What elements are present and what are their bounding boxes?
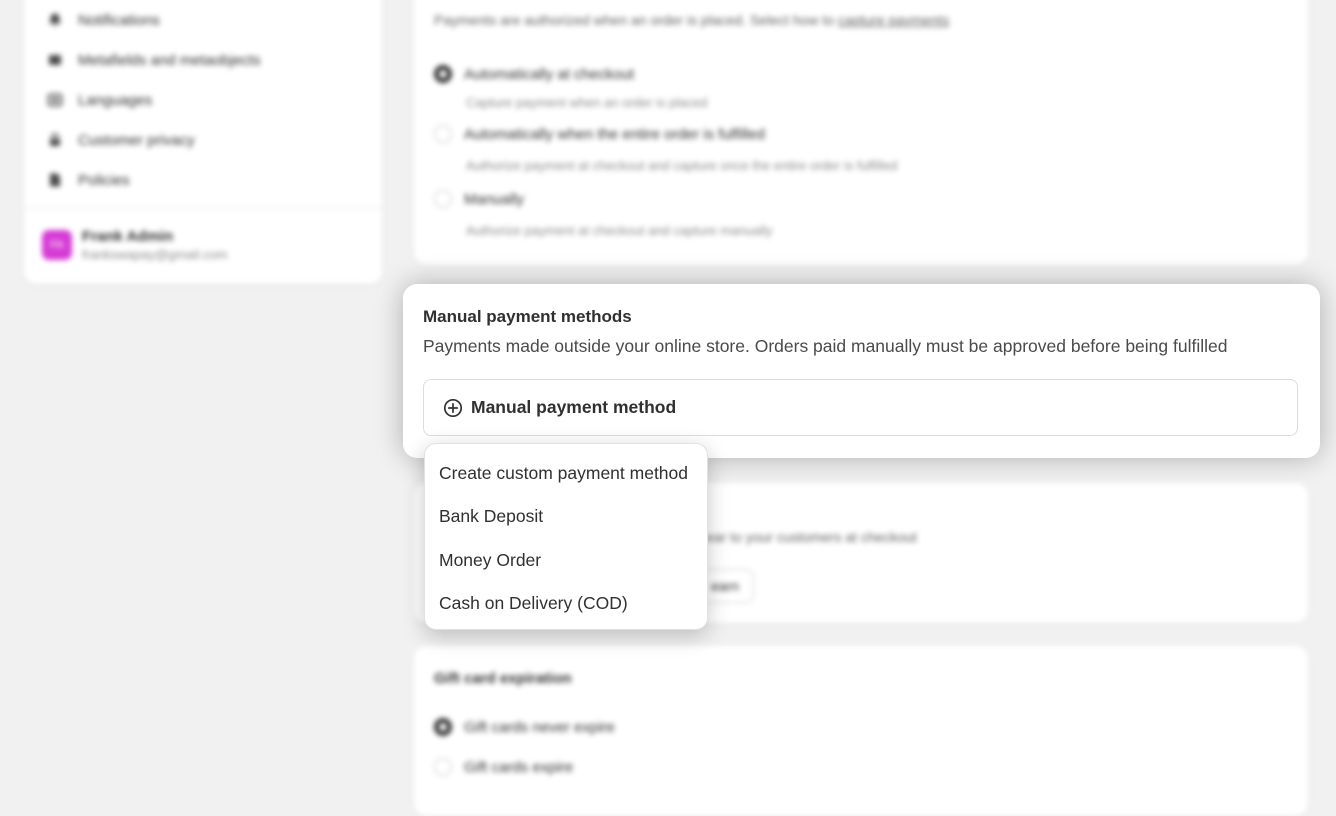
option-label: Gift cards never expire [464, 718, 615, 736]
capture-description: Payments are authorized when an order is… [434, 12, 949, 28]
radio-button[interactable] [434, 190, 452, 208]
user-profile[interactable]: FA Frank Admin frankswapay@gmail.com [42, 228, 227, 262]
gift-option-expire[interactable]: Gift cards expire [434, 758, 573, 776]
languages-icon [46, 91, 64, 109]
manual-payment-methods-card: Manual payment methods Payments made out… [403, 284, 1320, 458]
user-name: Frank Admin [82, 228, 174, 245]
capture-payments-link[interactable]: capture payments [838, 12, 949, 28]
radio-button[interactable] [434, 65, 452, 83]
capture-description-text: Payments are authorized when an order is… [434, 12, 838, 28]
menu-item-bank-deposit[interactable]: Bank Deposit [425, 496, 707, 536]
menu-item-money-order[interactable]: Money Order [425, 540, 707, 580]
option-label: Gift cards expire [464, 758, 574, 776]
gift-option-never-expire[interactable]: Gift cards never expire [434, 718, 615, 736]
sidebar-item-metafields[interactable]: Metafields and metaobjects [46, 50, 261, 70]
menu-item-create-custom[interactable]: Create custom payment method [425, 453, 707, 493]
radio-button[interactable] [434, 125, 452, 143]
option-label: Automatically at checkout [464, 65, 635, 83]
button-label: Manual payment method [471, 397, 677, 417]
gift-card-title: Gift card expiration [434, 670, 572, 687]
bell-icon [46, 11, 64, 29]
radio-button[interactable] [434, 718, 452, 736]
sidebar-item-notifications[interactable]: Notifications [46, 10, 160, 30]
option-help: Capture payment when an order is placed [466, 95, 708, 110]
sidebar-item-label: Customer privacy [78, 131, 195, 149]
sidebar-item-label: Policies [78, 171, 130, 189]
capture-option-manual[interactable]: Manually [434, 190, 524, 208]
avatar: FA [42, 230, 72, 260]
sidebar-item-label: Languages [78, 91, 153, 109]
section-title: Manual payment methods [423, 307, 632, 326]
menu-item-cash-on-delivery[interactable]: Cash on Delivery (COD) [425, 583, 707, 623]
payment-capture-card: Payments are authorized when an order is… [414, 0, 1308, 265]
sidebar-item-customer-privacy[interactable]: Customer privacy [46, 130, 195, 150]
sidebar-item-label: Metafields and metaobjects [78, 51, 261, 69]
lock-icon [46, 131, 64, 149]
option-help: Authorize payment at checkout and captur… [466, 158, 898, 173]
manual-payment-method-menu: Create custom payment method Bank Deposi… [424, 443, 708, 630]
sidebar-item-policies[interactable]: Policies [46, 170, 130, 190]
card-description: ear to your customers at checkout [706, 529, 917, 545]
metafields-icon [46, 51, 64, 69]
gift-card-expiration-card: Gift card expiration Gift cards never ex… [414, 646, 1308, 816]
user-email: frankswapay@gmail.com [82, 247, 228, 262]
sidebar-item-label: Notifications [78, 11, 160, 29]
option-label: Automatically when the entire order is f… [464, 125, 765, 143]
settings-sidebar: Notifications Metafields and metaobjects… [24, 0, 382, 284]
option-help: Authorize payment at checkout and captur… [466, 223, 773, 238]
section-description: Payments made outside your online store.… [423, 336, 1228, 356]
option-label: Manually [464, 190, 525, 208]
capture-option-checkout[interactable]: Automatically at checkout [434, 65, 634, 83]
policies-icon [46, 171, 64, 189]
add-manual-payment-method-button[interactable]: Manual payment method [423, 379, 1298, 436]
sidebar-divider [24, 208, 382, 209]
sidebar-item-languages[interactable]: Languages [46, 90, 152, 110]
capture-option-fulfilled[interactable]: Automatically when the entire order is f… [434, 125, 765, 143]
plus-circle-icon [443, 398, 463, 418]
radio-button[interactable] [434, 758, 452, 776]
